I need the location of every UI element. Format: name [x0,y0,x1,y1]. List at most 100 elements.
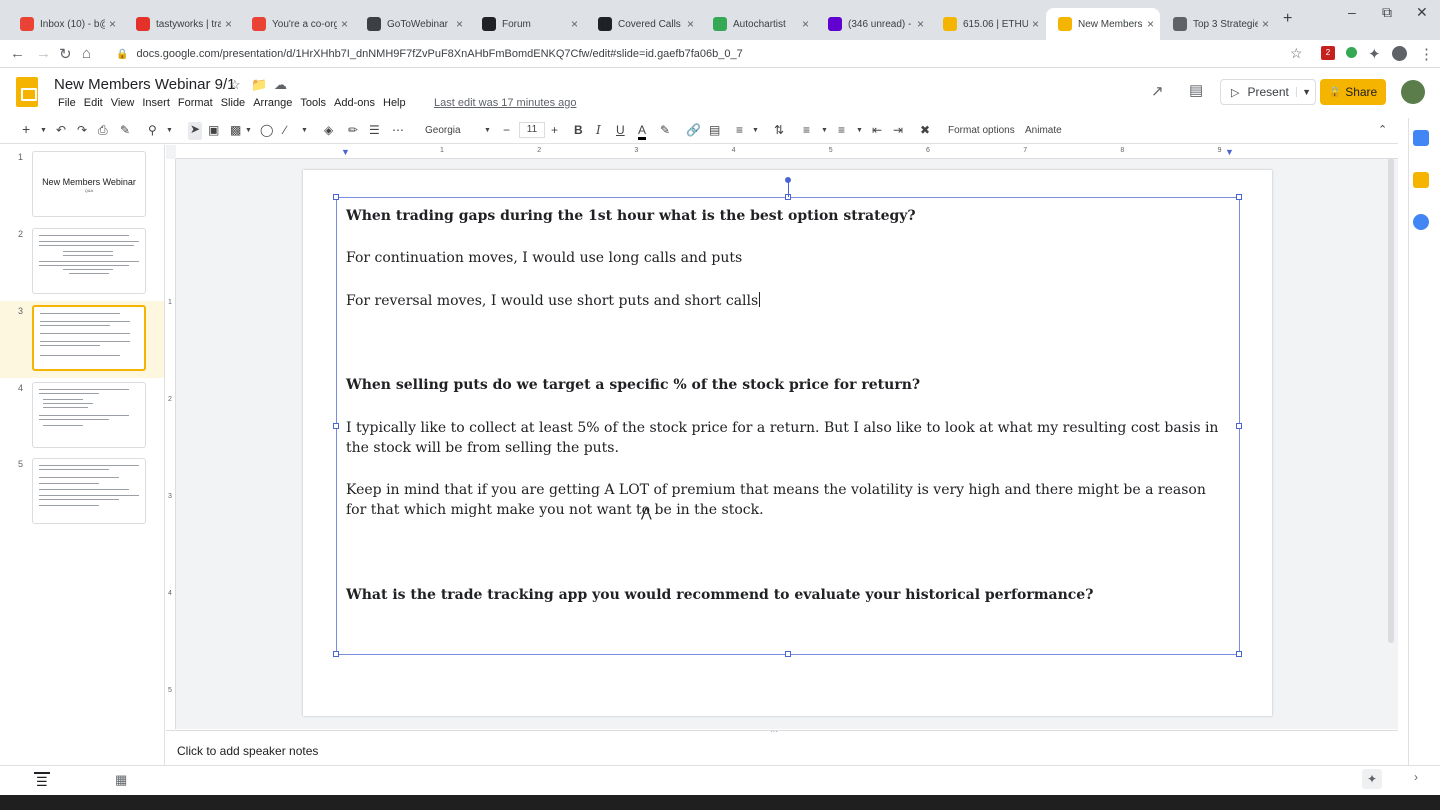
right-indent-marker-icon[interactable]: ▼ [1225,147,1234,157]
new-tab-icon[interactable]: + [1283,10,1292,28]
star-icon[interactable]: ☆ [229,77,241,93]
line-icon[interactable]: ∕ [284,123,286,137]
text-color-icon[interactable]: A [638,123,647,140]
last-edit-link[interactable]: Last edit was 17 minutes ago [434,97,576,109]
document-title[interactable]: New Members Webinar 9/1 [54,76,235,93]
resize-handle-top-left[interactable] [333,194,339,200]
grid-view-icon[interactable]: ▦ [115,772,127,788]
slide-thumbnail[interactable] [32,305,146,371]
image-icon[interactable]: ▩ [230,123,241,137]
browser-tab[interactable]: Autochartist × [701,8,815,40]
close-tab-icon[interactable]: × [1262,17,1269,31]
tasks-icon[interactable] [1413,214,1429,230]
resize-handle-bottom-right[interactable] [1236,651,1242,657]
close-tab-icon[interactable]: × [341,17,348,31]
border-color-icon[interactable]: ✏ [348,123,358,137]
browser-tab[interactable]: Covered Calls - S × [586,8,700,40]
close-tab-icon[interactable]: × [225,17,232,31]
account-avatar[interactable] [1401,80,1425,104]
calendar-icon[interactable] [1413,130,1429,146]
left-indent-marker-icon[interactable]: ▼ [341,147,350,157]
filmstrip-view-icon[interactable]: ☰ [34,772,50,790]
close-tab-icon[interactable]: × [1147,17,1154,31]
back-icon[interactable]: ← [10,45,25,62]
minimize-window-icon[interactable]: – [1348,4,1356,20]
profile-icon[interactable] [1392,46,1407,61]
shape-icon[interactable]: ◯ [260,123,273,137]
font-size-field[interactable]: 11 [519,122,545,138]
close-tab-icon[interactable]: × [917,17,924,31]
close-tab-icon[interactable]: × [571,17,578,31]
menu-tools[interactable]: Tools [296,97,330,109]
bold-icon[interactable]: B [574,123,583,137]
bulleted-list-dropdown-icon[interactable]: ▼ [856,127,863,134]
new-slide-dropdown-icon[interactable]: ▼ [40,127,47,134]
close-window-icon[interactable]: ✕ [1416,4,1428,21]
increase-indent-icon[interactable]: ⇥ [893,123,903,137]
close-tab-icon[interactable]: × [1032,17,1039,31]
clear-formatting-icon[interactable]: ✖ [920,123,930,137]
menu-format[interactable]: Format [174,97,217,109]
explore-icon[interactable]: ✦ [1362,769,1382,789]
question-2[interactable]: When selling puts do we target a specifi… [346,375,1227,395]
extensions-puzzle-icon[interactable]: ✦ [1368,45,1381,63]
collapse-toolbar-icon[interactable]: ⌃ [1378,123,1387,136]
increase-font-size-icon[interactable]: + [551,123,558,137]
comments-icon[interactable]: ▤ [1189,81,1203,99]
question-3[interactable]: What is the trade tracking app you would… [346,585,1227,605]
present-dropdown-icon[interactable]: ▼ [1296,87,1311,97]
extension-badge-icon[interactable]: 2 [1321,46,1335,60]
forward-icon[interactable]: → [36,45,51,62]
add-comment-icon[interactable]: ▤ [709,123,720,137]
close-tab-icon[interactable]: × [802,17,809,31]
decrease-indent-icon[interactable]: ⇤ [872,123,882,137]
close-tab-icon[interactable]: × [687,17,694,31]
expand-side-panel-icon[interactable]: › [1414,770,1418,784]
activity-trend-icon[interactable]: ↗ [1151,82,1164,100]
menu-add-ons[interactable]: Add-ons [330,97,379,109]
resize-handle-left[interactable] [333,423,339,429]
format-options-button[interactable]: Format options [948,125,1015,136]
home-icon[interactable]: ⌂ [82,45,91,62]
print-icon[interactable]: ⎙ [98,123,108,138]
line-dropdown-icon[interactable]: ▼ [301,127,308,134]
share-button[interactable]: 🔒 Share [1320,79,1386,105]
paint-format-icon[interactable]: ✎ [120,123,130,137]
restore-window-icon[interactable]: ⧉ [1382,4,1392,21]
align-dropdown-icon[interactable]: ▼ [752,127,759,134]
undo-icon[interactable]: ↶ [56,123,66,137]
underline-icon[interactable]: U [616,123,625,137]
menu-insert[interactable]: Insert [138,97,174,109]
menu-edit[interactable]: Edit [80,97,107,109]
slides-logo-icon[interactable] [16,77,38,107]
zoom-icon[interactable]: ⚲ [148,123,157,137]
browser-tab[interactable]: New Members W × [1046,8,1160,40]
slide-thumbnail[interactable] [32,228,146,294]
resize-handle-bottom[interactable] [785,651,791,657]
new-slide-icon[interactable]: + [22,121,30,137]
url-field[interactable]: 🔒 docs.google.com/presentation/d/1HrXHhb… [108,42,1316,66]
menu-arrange[interactable]: Arrange [249,97,296,109]
highlight-color-icon[interactable]: ✎ [660,123,670,137]
menu-help[interactable]: Help [379,97,410,109]
numbered-list-dropdown-icon[interactable]: ▼ [821,127,828,134]
bookmark-star-icon[interactable]: ☆ [1290,45,1303,62]
font-family-dropdown[interactable]: Georgia ▼ [425,125,493,136]
resize-handle-right[interactable] [1236,423,1242,429]
text-box-icon[interactable]: ▣ [208,123,219,137]
menu-slide[interactable]: Slide [217,97,249,109]
close-tab-icon[interactable]: × [456,17,463,31]
browser-tab[interactable]: tastyworks | trad × [124,8,238,40]
border-dash-icon[interactable]: ⋯ [392,123,404,137]
speaker-notes[interactable]: Click to add speaker notes ⋯ [166,727,1398,766]
select-cursor-icon[interactable]: ➤ [188,122,202,140]
line-spacing-icon[interactable]: ⇅ [774,123,784,137]
decrease-font-size-icon[interactable]: − [503,123,510,137]
extension-green-icon[interactable] [1346,47,1357,58]
browser-tab[interactable]: You're a co-orga × [240,8,354,40]
browser-tab[interactable]: (346 unread) - g × [816,8,930,40]
menu-file[interactable]: File [54,97,80,109]
close-tab-icon[interactable]: × [109,17,116,31]
resize-handle-bottom-left[interactable] [333,651,339,657]
redo-icon[interactable]: ↷ [77,123,87,137]
